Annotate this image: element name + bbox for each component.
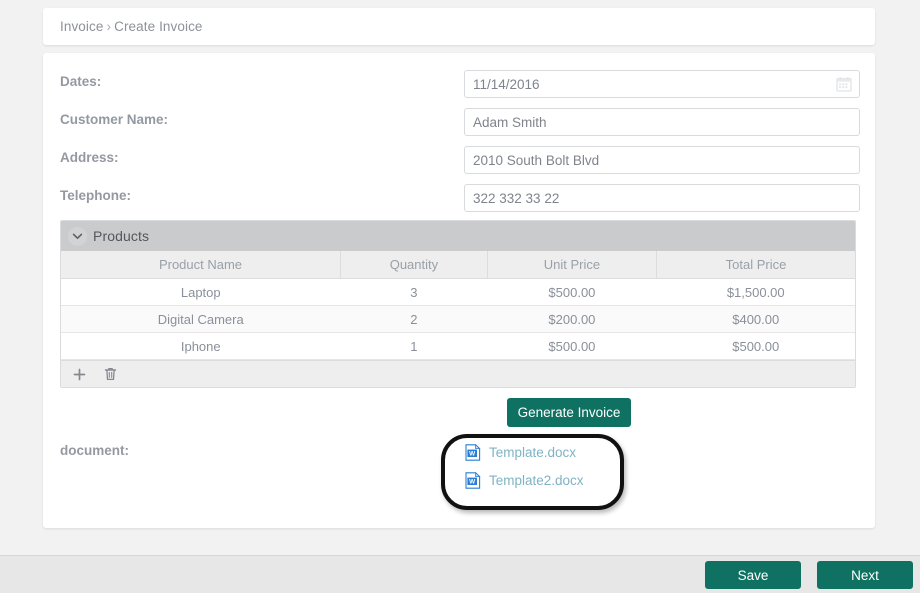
products-table-header-row: Product Name Quantity Unit Price Total P… [61, 251, 855, 279]
table-row[interactable]: Digital Camera 2 $200.00 $400.00 [61, 305, 855, 333]
column-header-quantity: Quantity [340, 251, 488, 279]
cell-total-price: $400.00 [656, 305, 855, 333]
save-button[interactable]: Save [705, 561, 801, 589]
cell-quantity: 1 [340, 332, 488, 360]
next-button[interactable]: Next [817, 561, 913, 589]
document-link[interactable]: Template.docx [489, 445, 576, 460]
footer-bar: Save Next [0, 555, 920, 593]
plus-icon[interactable] [72, 367, 87, 382]
cell-unit-price: $500.00 [487, 278, 657, 306]
cell-quantity: 3 [340, 278, 488, 306]
form-row-telephone: Telephone: [43, 184, 875, 214]
column-header-product-name: Product Name [61, 251, 341, 279]
breadcrumb-current: Create Invoice [114, 19, 203, 34]
word-document-icon: W [465, 443, 481, 461]
chevron-down-icon[interactable] [68, 226, 87, 246]
customer-name-label: Customer Name: [60, 112, 169, 127]
dates-input-wrapper [464, 70, 860, 98]
cell-quantity: 2 [340, 305, 488, 333]
cell-product-name: Iphone [61, 332, 341, 360]
list-item[interactable]: W Template.docx [465, 438, 584, 466]
document-list: W Template.docx W Template2.docx [465, 438, 584, 494]
svg-text:W: W [469, 450, 476, 457]
document-link[interactable]: Template2.docx [489, 473, 584, 488]
column-header-unit-price: Unit Price [487, 251, 657, 279]
main-content-card: Dates: Customer Name: [43, 53, 875, 528]
breadcrumb-card: Invoice › Create Invoice [43, 8, 875, 45]
products-panel-title: Products [93, 228, 150, 244]
generate-invoice-button[interactable]: Generate Invoice [507, 398, 631, 427]
cell-total-price: $500.00 [656, 332, 855, 360]
form-row-customer-name: Customer Name: [43, 108, 875, 138]
products-table: Product Name Quantity Unit Price Total P… [61, 251, 855, 360]
cell-total-price: $1,500.00 [656, 278, 855, 306]
cell-product-name: Laptop [61, 278, 341, 306]
cell-unit-price: $200.00 [487, 305, 657, 333]
breadcrumb: Invoice › Create Invoice [43, 19, 203, 34]
word-document-icon: W [465, 471, 481, 489]
table-row[interactable]: Laptop 3 $500.00 $1,500.00 [61, 278, 855, 306]
list-item[interactable]: W Template2.docx [465, 466, 584, 494]
dates-input[interactable] [464, 70, 860, 98]
breadcrumb-root[interactable]: Invoice [60, 19, 103, 34]
table-row[interactable]: Iphone 1 $500.00 $500.00 [61, 332, 855, 360]
products-table-toolbar [61, 360, 855, 387]
telephone-input[interactable] [464, 184, 860, 212]
form-row-address: Address: [43, 146, 875, 176]
products-panel-header[interactable]: Products [61, 221, 855, 251]
svg-text:W: W [469, 478, 476, 485]
trash-icon[interactable] [103, 367, 118, 382]
cell-unit-price: $500.00 [487, 332, 657, 360]
products-panel: Products Product Name Quantity Unit Pric… [60, 220, 856, 388]
breadcrumb-separator: › [106, 19, 112, 34]
dates-label: Dates: [60, 74, 102, 89]
address-label: Address: [60, 150, 119, 165]
form-row-dates: Dates: [43, 70, 875, 100]
column-header-total-price: Total Price [656, 251, 855, 279]
document-label: document: [60, 443, 129, 458]
cell-product-name: Digital Camera [61, 305, 341, 333]
address-input[interactable] [464, 146, 860, 174]
telephone-label: Telephone: [60, 188, 132, 203]
customer-name-input[interactable] [464, 108, 860, 136]
